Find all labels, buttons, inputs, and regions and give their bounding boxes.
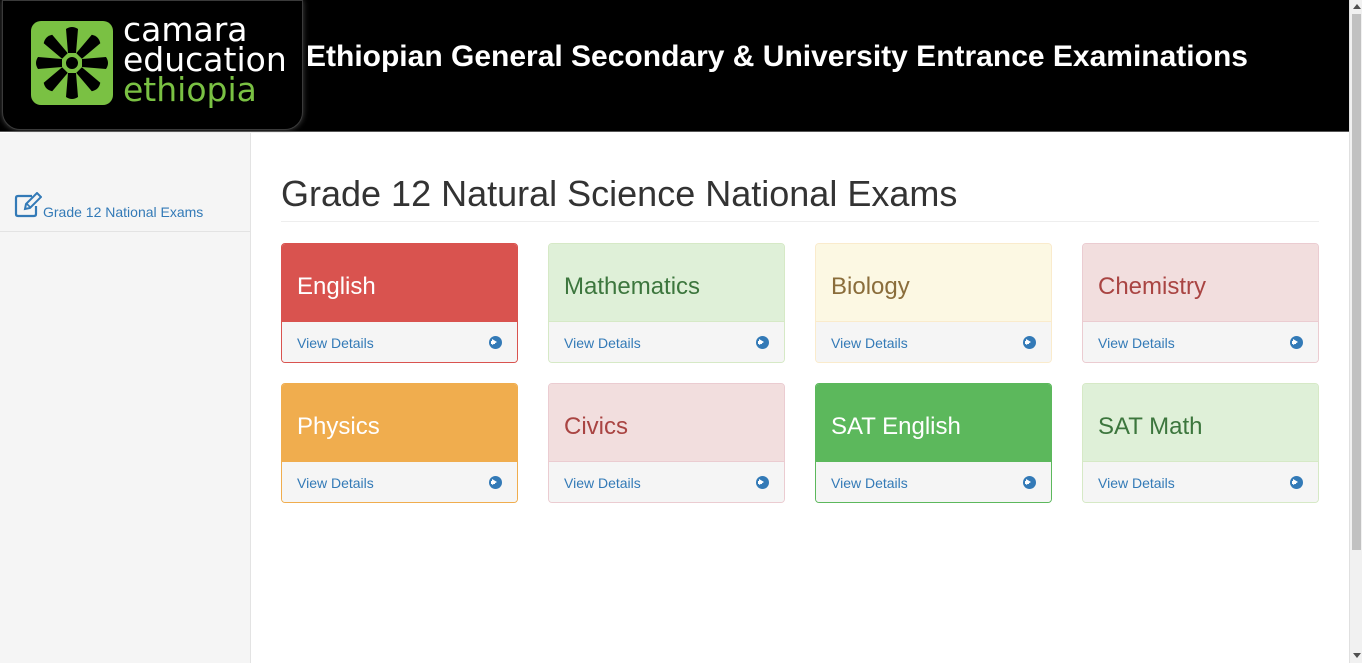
circle-arrow-right-icon <box>489 476 502 489</box>
logo-line-ethiopia: ethiopia <box>123 70 257 109</box>
view-details-label: View Details <box>1098 475 1175 491</box>
main-content: Grade 12 Natural Science National Exams … <box>251 133 1349 663</box>
exam-card-physics: Physics View Details <box>281 383 518 503</box>
circle-arrow-right-icon <box>1290 336 1303 349</box>
card-title: Physics <box>297 413 380 440</box>
card-title: English <box>297 273 376 300</box>
scroll-up-arrow-icon[interactable] <box>1353 4 1361 9</box>
view-details-link[interactable]: View Details <box>549 462 784 502</box>
circle-arrow-right-icon <box>1023 476 1036 489</box>
view-details-link[interactable]: View Details <box>1083 322 1318 362</box>
scrollbar-thumb[interactable] <box>1352 14 1361 550</box>
circle-arrow-right-icon <box>1023 336 1036 349</box>
card-title: Civics <box>564 413 628 440</box>
logo-wordmark: camara education ethiopia <box>123 13 287 109</box>
card-heading: Chemistry <box>1083 244 1318 322</box>
view-details-link[interactable]: View Details <box>816 322 1051 362</box>
card-heading: Mathematics <box>549 244 784 322</box>
card-heading: Civics <box>549 384 784 462</box>
exam-card-mathematics: Mathematics View Details <box>548 243 785 363</box>
view-details-label: View Details <box>297 475 374 491</box>
view-details-link[interactable]: View Details <box>1083 462 1318 502</box>
page-title: Grade 12 Natural Science National Exams <box>281 173 958 214</box>
exam-card-civics: Civics View Details <box>548 383 785 503</box>
view-details-link[interactable]: View Details <box>282 322 517 362</box>
view-details-link[interactable]: View Details <box>549 322 784 362</box>
site-title: Ethiopian General Secondary & University… <box>306 40 1248 73</box>
card-heading: SAT Math <box>1083 384 1318 462</box>
edit-icon <box>14 191 43 223</box>
card-title: SAT Math <box>1098 413 1203 440</box>
sidebar: Grade 12 National Exams <box>0 133 251 663</box>
circle-arrow-right-icon <box>756 476 769 489</box>
view-details-label: View Details <box>1098 335 1175 351</box>
view-details-link[interactable]: View Details <box>282 462 517 502</box>
view-details-label: View Details <box>831 475 908 491</box>
card-title: Biology <box>831 273 910 300</box>
scroll-down-arrow-icon[interactable] <box>1353 653 1361 658</box>
card-title: Chemistry <box>1098 273 1207 300</box>
camara-logo[interactable]: camara education ethiopia <box>2 0 303 130</box>
view-details-label: View Details <box>831 335 908 351</box>
exam-card-chemistry: Chemistry View Details <box>1082 243 1319 363</box>
view-details-link[interactable]: View Details <box>816 462 1051 502</box>
exam-card-sat-math: SAT Math View Details <box>1082 383 1319 503</box>
site-header: camara education ethiopia Ethiopian Gene… <box>0 0 1349 132</box>
circle-arrow-right-icon <box>489 336 502 349</box>
exam-card-english: English View Details <box>281 243 518 363</box>
camara-flower-logo-icon <box>31 21 113 105</box>
circle-arrow-right-icon <box>756 336 769 349</box>
circle-arrow-right-icon <box>1290 476 1303 489</box>
view-details-label: View Details <box>564 335 641 351</box>
sidebar-item-grade-12-national-exams[interactable]: Grade 12 National Exams <box>0 190 250 232</box>
card-heading: English <box>282 244 517 322</box>
card-title: SAT English <box>831 413 961 440</box>
view-details-label: View Details <box>297 335 374 351</box>
card-heading: Physics <box>282 384 517 462</box>
title-divider <box>281 221 1319 222</box>
vertical-scrollbar[interactable] <box>1349 0 1362 663</box>
card-heading: Biology <box>816 244 1051 322</box>
card-heading: SAT English <box>816 384 1051 462</box>
card-title: Mathematics <box>564 273 701 300</box>
view-details-label: View Details <box>564 475 641 491</box>
sidebar-item-label: Grade 12 National Exams <box>43 204 204 220</box>
exam-card-sat-english: SAT English View Details <box>815 383 1052 503</box>
exam-card-biology: Biology View Details <box>815 243 1052 363</box>
page: camara education ethiopia Ethiopian Gene… <box>0 0 1362 663</box>
